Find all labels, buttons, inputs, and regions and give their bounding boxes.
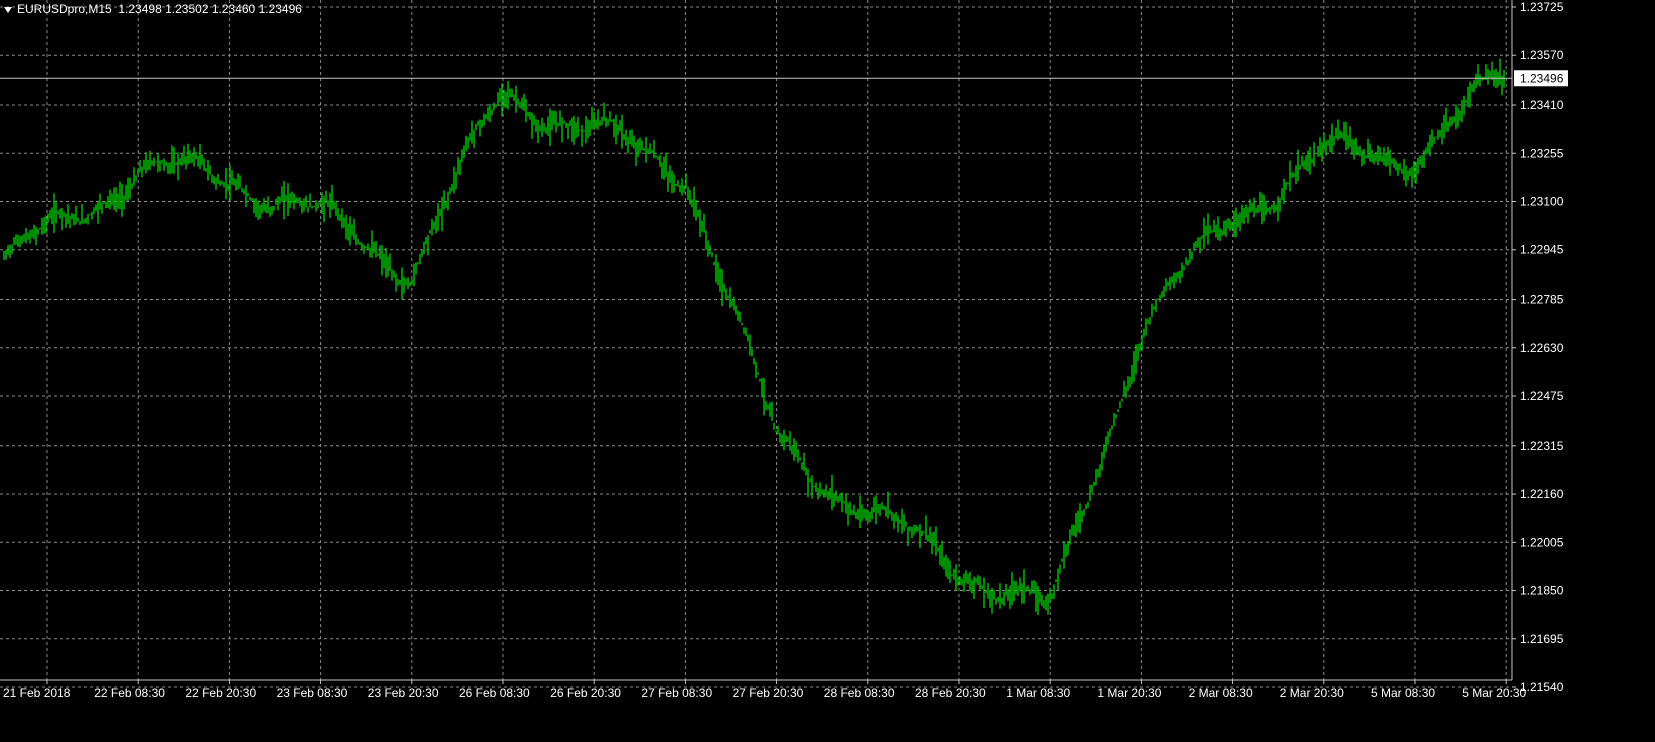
low-value: 1.23460 [211,2,256,16]
time-tick-label: 22 Feb 20:30 [185,686,256,700]
symbol-label: EURUSDpro,M15 [17,2,112,16]
time-tick-label: 5 Mar 08:30 [1371,686,1435,700]
chart-header: EURUSDpro,M15 1.23498 1.23502 1.23460 1.… [4,2,302,16]
time-tick-label: 1 Mar 08:30 [1006,686,1070,700]
time-tick-label: 28 Feb 20:30 [915,686,986,700]
open-value: 1.23498 [118,2,162,16]
time-tick-label: 1 Mar 20:30 [1097,686,1161,700]
price-chart[interactable]: 1.23496 1.23725 1.23570 1.23410 1.23255 1.23… [0,0,1655,737]
price-tick-label: 1.21695 [1520,632,1564,646]
price-axis[interactable]: 1.23725 1.23570 1.23410 1.23255 1.23100 1.229… [1512,0,1564,694]
price-tick-label: 1.22785 [1520,293,1564,307]
price-tick-label: 1.22630 [1520,341,1564,355]
chart-axes [0,0,1513,681]
time-tick-label: 21 Feb 2018 [3,686,71,700]
time-tick-label: 2 Mar 20:30 [1280,686,1344,700]
price-tick-label: 1.23255 [1520,146,1564,160]
price-tick-label: 1.22160 [1520,487,1564,501]
high-value: 1.23502 [165,2,209,16]
chart-canvas[interactable]: 1.23496 1.237251.235701.234101.232551.23… [0,0,1655,737]
time-tick-label: 28 Feb 08:30 [824,686,895,700]
time-tick-label: 23 Feb 08:30 [277,686,348,700]
price-tick-label: 1.22475 [1520,389,1564,403]
price-tick-label: 1.23570 [1520,48,1564,62]
time-tick-label: 27 Feb 20:30 [733,686,804,700]
time-tick-label: 26 Feb 20:30 [550,686,621,700]
close-value: 1.23496 [258,2,302,16]
price-tick-label: 1.22315 [1520,439,1564,453]
bid-line: 1.23496 [0,70,1568,87]
time-tick-label: 5 Mar 20:30 [1462,686,1526,700]
time-tick-label: 27 Feb 08:30 [641,686,712,700]
time-tick-label: 23 Feb 20:30 [368,686,439,700]
time-tick-label: 26 Feb 08:30 [459,686,530,700]
price-tick-label: 1.22005 [1520,535,1564,549]
price-tick-label: 1.21850 [1520,584,1564,598]
price-tick-label: 1.23410 [1520,98,1564,112]
price-tick-label: 1.23100 [1520,195,1564,209]
dropdown-triangle-icon[interactable] [4,6,12,13]
price-tick-label: 1.23725 [1520,0,1564,14]
time-axis[interactable]: 21 Feb 2018 22 Feb 08:30 22 Feb 20:30 23 Fe… [3,680,1527,700]
price-tick-label: 1.21540 [1520,680,1564,694]
bid-price-label: 1.23496 [1520,71,1564,85]
grid-lines [0,0,1512,688]
price-tick-label: 1.22945 [1520,243,1564,257]
time-tick-label: 2 Mar 08:30 [1189,686,1253,700]
time-tick-label: 22 Feb 08:30 [94,686,165,700]
